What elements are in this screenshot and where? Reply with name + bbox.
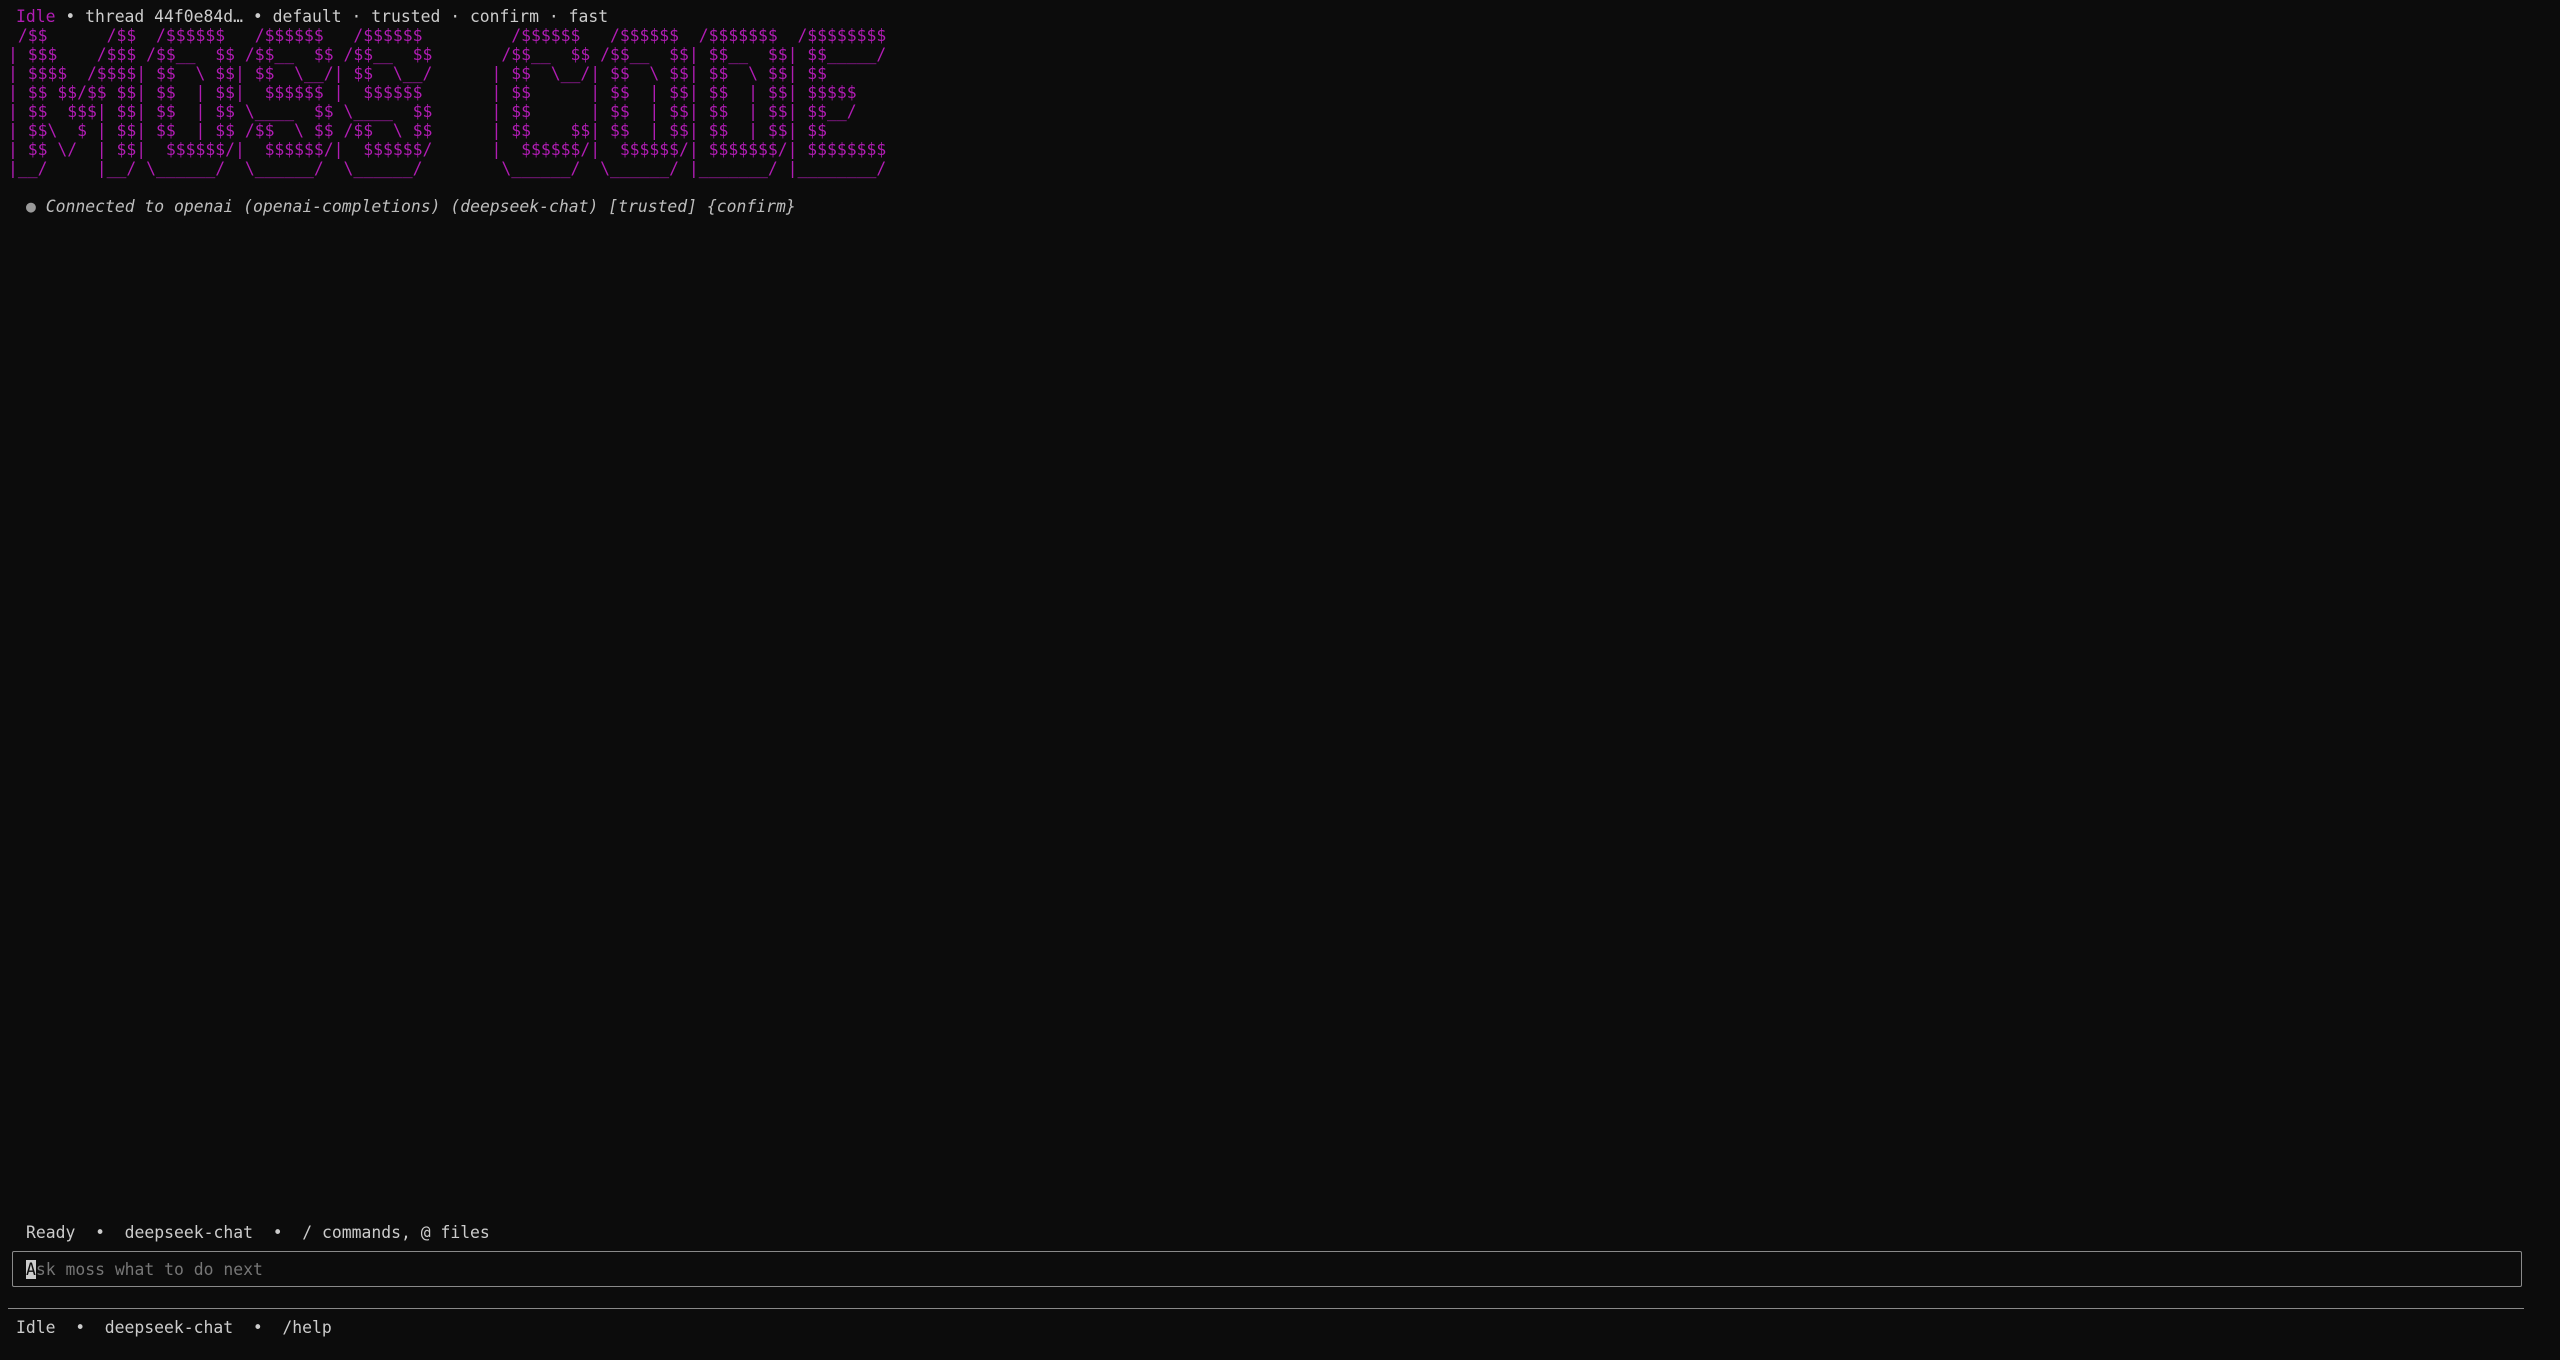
bullet-icon: ● [26, 197, 36, 216]
status-details: • thread 44f0e84d… • default · trusted ·… [55, 7, 609, 26]
connection-text: Connected to openai (openai-completions)… [45, 197, 796, 216]
ascii-banner: /$$ /$$ /$$$$$$ /$$$$$$ /$$$$$$ /$$$$$$ … [8, 26, 887, 178]
ready-status-line: Ready • deepseek-chat • / commands, @ fi… [26, 1223, 490, 1242]
connection-message: ● Connected to openai (openai-completion… [26, 197, 796, 216]
top-status-bar: Idle • thread 44f0e84d… • default · trus… [16, 7, 608, 26]
divider [8, 1308, 2524, 1309]
text-cursor: A [26, 1259, 36, 1279]
bottom-status-bar: Idle • deepseek-chat • /help [16, 1318, 332, 1337]
status-state: Idle [16, 7, 56, 26]
prompt-placeholder: sk moss what to do next [35, 1259, 263, 1279]
prompt-input[interactable]: Ask moss what to do next [12, 1251, 2522, 1287]
